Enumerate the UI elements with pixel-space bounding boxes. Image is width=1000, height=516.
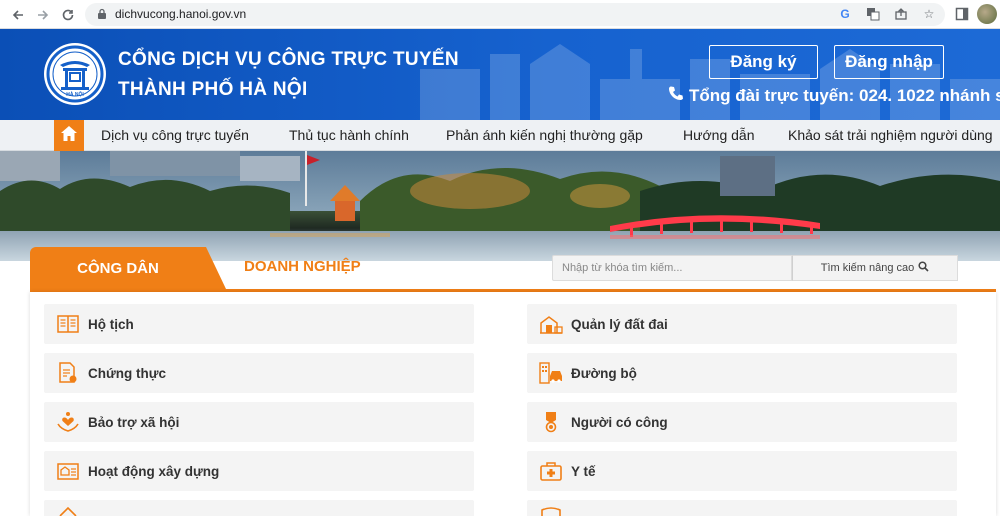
site-header: HÀ NỘI CỔNG DỊCH VỤ CÔNG TRỰC TUYẾN THÀN… [0, 29, 1000, 120]
menu-item-survey[interactable]: Khảo sát trải nghiệm người dùng [788, 127, 993, 143]
home-icon [60, 125, 78, 147]
phone-icon [668, 85, 684, 106]
document-icon [56, 361, 80, 385]
service-item-health[interactable]: Y tế [527, 451, 957, 491]
back-icon[interactable] [8, 5, 28, 25]
search-input[interactable] [552, 255, 792, 281]
tab-business[interactable]: DOANH NGHIỆP [244, 258, 361, 275]
browser-toolbar: dichvucong.hanoi.gov.vn G ☆ [0, 0, 1000, 29]
partial-service-icon [539, 500, 563, 516]
hero-banner [0, 151, 1000, 261]
search-icon [918, 261, 929, 275]
hotline-text: Tổng đài trực tuyến: 024. 1022 nhánh số [689, 85, 1000, 105]
register-button[interactable]: Đăng ký [709, 45, 818, 79]
hanoi-logo[interactable]: HÀ NỘI [44, 43, 106, 105]
service-item-land-management[interactable]: Quản lý đất đai [527, 304, 957, 344]
menu-item-procedures[interactable]: Thủ tục hành chính [289, 127, 409, 143]
login-button[interactable]: Đăng nhập [834, 45, 944, 79]
tabs-search-bar: CÔNG DÂN DOANH NGHIỆP Tìm kiếm nâng cao [30, 247, 996, 293]
main-menu: Dịch vụ công trực tuyến Thủ tục hành chí… [0, 120, 1000, 151]
hands-heart-icon [56, 410, 80, 434]
service-label: Quản lý đất đai [571, 316, 668, 332]
service-label: Y tế [571, 463, 596, 479]
site-title-line2: THÀNH PHỐ HÀ NỘI [118, 79, 308, 100]
service-item-partial[interactable] [44, 500, 474, 516]
star-icon[interactable]: ☆ [921, 6, 937, 22]
reload-icon[interactable] [58, 5, 78, 25]
share-icon[interactable] [893, 6, 909, 22]
sidebar-toggle-icon[interactable] [954, 6, 970, 22]
menu-item-guide[interactable]: Hướng dẫn [683, 127, 754, 143]
menu-item-feedback[interactable]: Phản ánh kiến nghị thường gặp [446, 127, 643, 143]
service-label: Chứng thực [88, 365, 167, 381]
service-label: Người có công [571, 414, 668, 430]
service-label: Đường bộ [571, 365, 637, 381]
service-item-construction[interactable]: Hoạt động xây dựng [44, 451, 474, 491]
service-list: Hộ tịch Chứng thực Bảo trợ xã hội Hoạt đ… [30, 292, 996, 516]
book-icon [56, 312, 80, 336]
menu-item-online-services[interactable]: Dịch vụ công trực tuyến [101, 127, 249, 143]
advanced-search-button[interactable]: Tìm kiếm nâng cao [792, 255, 958, 281]
car-road-icon [539, 361, 563, 385]
service-label: Bảo trợ xã hội [88, 414, 180, 430]
service-item-civil-status[interactable]: Hộ tịch [44, 304, 474, 344]
advanced-search-label: Tìm kiếm nâng cao [820, 262, 915, 274]
translate-icon[interactable] [865, 6, 881, 22]
medal-icon [539, 410, 563, 434]
medical-kit-icon [539, 459, 563, 483]
service-item-roads[interactable]: Đường bộ [527, 353, 957, 393]
home-button[interactable] [54, 120, 84, 151]
service-label: Hộ tịch [88, 316, 134, 332]
service-item-merit[interactable]: Người có công [527, 402, 957, 442]
forward-icon[interactable] [33, 5, 53, 25]
profile-avatar[interactable] [977, 4, 997, 24]
svg-text:HÀ NỘI: HÀ NỘI [66, 90, 84, 98]
lock-icon[interactable] [95, 7, 109, 21]
service-item-social-protection[interactable]: Bảo trợ xã hội [44, 402, 474, 442]
building-card-icon [56, 459, 80, 483]
service-item-partial-right[interactable] [527, 500, 957, 516]
land-house-icon [539, 312, 563, 336]
banner-lake-illustration [0, 151, 1000, 261]
hotline: Tổng đài trực tuyến: 024. 1022 nhánh số [668, 85, 1000, 106]
service-item-certification[interactable]: Chứng thực [44, 353, 474, 393]
google-icon[interactable]: G [837, 6, 853, 22]
partial-service-icon [56, 500, 80, 516]
address-bar[interactable]: dichvucong.hanoi.gov.vn G ☆ [85, 3, 945, 26]
tab-citizen[interactable]: CÔNG DÂN [30, 247, 226, 289]
url-text[interactable]: dichvucong.hanoi.gov.vn [115, 7, 246, 21]
site-title-line1: CỔNG DỊCH VỤ CÔNG TRỰC TUYẾN [118, 49, 459, 70]
service-label: Hoạt động xây dựng [88, 463, 220, 479]
